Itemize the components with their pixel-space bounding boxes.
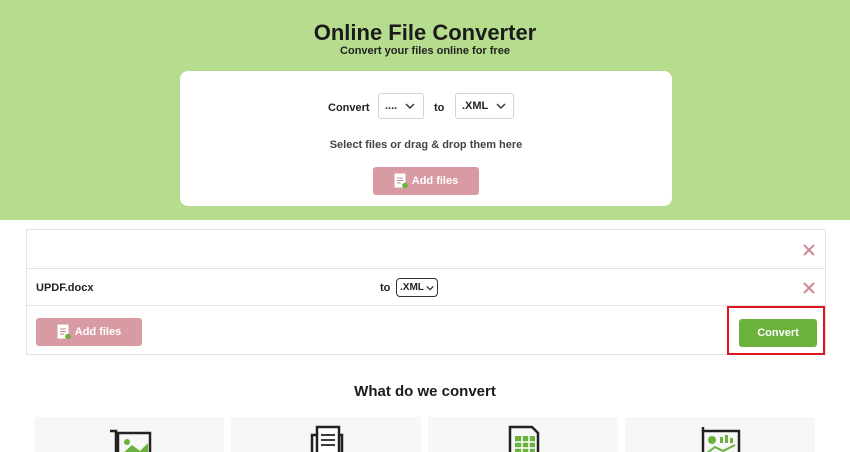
page-title: Online File Converter bbox=[313, 20, 537, 45]
add-files-label: Add files bbox=[411, 175, 459, 187]
image-format-tile[interactable] bbox=[34, 417, 224, 452]
file-format-select[interactable]: .XML bbox=[396, 278, 438, 297]
to-format-value: .XML bbox=[462, 100, 489, 112]
document-format-tile[interactable] bbox=[231, 417, 421, 452]
spreadsheet-icon bbox=[508, 425, 540, 452]
spreadsheet-format-tile[interactable] bbox=[428, 417, 618, 452]
drop-zone-text: Select files or drag & drop them here bbox=[329, 139, 523, 151]
chevron-down-icon bbox=[426, 285, 434, 290]
chevron-down-icon bbox=[405, 103, 415, 109]
file-name: UPDF.docx bbox=[36, 282, 94, 294]
presentation-format-tile[interactable] bbox=[625, 417, 815, 452]
hero-banner: Online File Converter Convert your files… bbox=[0, 0, 850, 220]
convert-label: Convert bbox=[328, 102, 370, 114]
document-add-icon bbox=[394, 173, 408, 189]
page-subtitle: Convert your files online for free bbox=[340, 45, 510, 57]
close-icon[interactable] bbox=[803, 282, 815, 294]
add-files-button[interactable]: Add files bbox=[373, 167, 479, 195]
from-format-value: .... bbox=[385, 100, 398, 112]
converter-card: Convert .... to .XML Select files or dra… bbox=[180, 71, 672, 206]
convert-button[interactable]: Convert bbox=[739, 319, 817, 347]
to-label: to bbox=[380, 282, 391, 294]
chevron-down-icon bbox=[496, 103, 506, 109]
from-format-select[interactable]: .... bbox=[378, 93, 424, 119]
document-icon bbox=[310, 425, 344, 452]
add-files-label: Add files bbox=[74, 326, 122, 338]
image-icon bbox=[110, 429, 152, 452]
to-format-select[interactable]: .XML bbox=[455, 93, 514, 119]
file-list: UPDF.docx to .XML Add files Convert bbox=[26, 229, 826, 355]
section-title: What do we convert bbox=[354, 383, 496, 400]
document-add-icon bbox=[57, 324, 71, 340]
file-format-value: .XML bbox=[400, 282, 424, 293]
close-icon[interactable] bbox=[803, 244, 815, 256]
to-label: to bbox=[434, 102, 445, 114]
list-item: UPDF.docx to .XML bbox=[27, 269, 825, 306]
list-item bbox=[27, 230, 825, 269]
presentation-icon bbox=[701, 427, 741, 452]
add-files-button[interactable]: Add files bbox=[36, 318, 142, 346]
convert-highlight-box: Convert bbox=[727, 306, 825, 355]
